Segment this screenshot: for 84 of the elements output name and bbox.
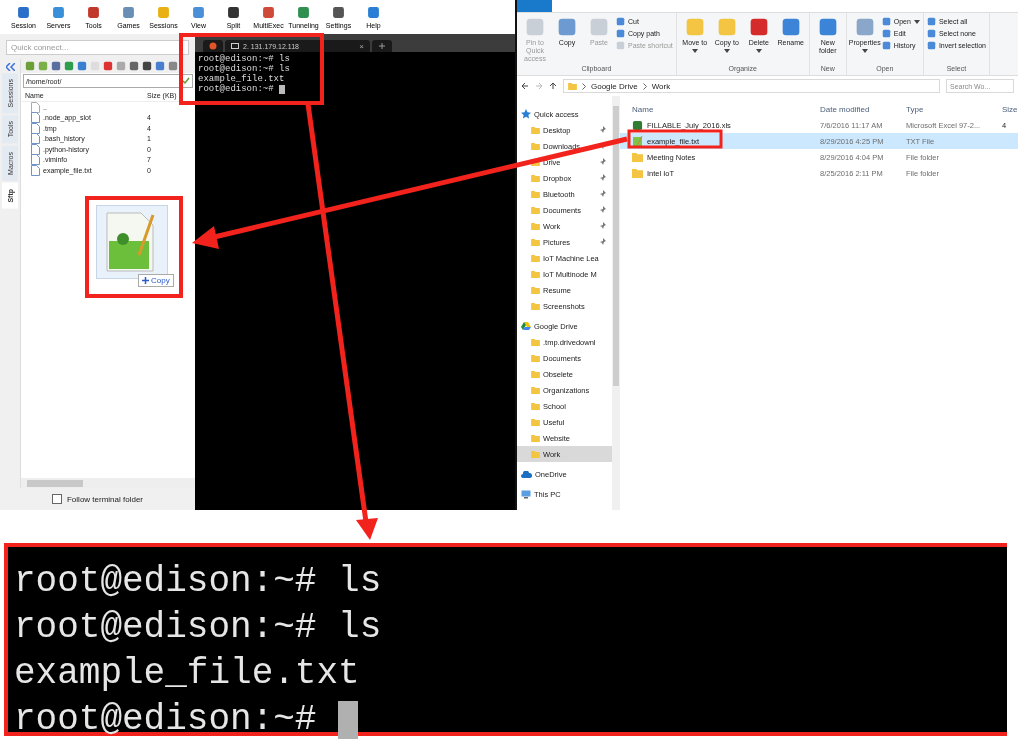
pin-icon[interactable] xyxy=(598,174,606,182)
column-header[interactable]: Name xyxy=(632,105,820,114)
ribbon-icon xyxy=(589,17,609,37)
breadcrumb[interactable]: Google Drive xyxy=(591,81,638,91)
home-icon xyxy=(209,42,217,50)
file-icon xyxy=(31,164,40,176)
toolbar-icon xyxy=(157,5,170,19)
terminal-line: root@edison:~# ls xyxy=(198,64,290,74)
plus-icon xyxy=(142,277,149,284)
notepad-icon xyxy=(632,135,643,147)
horizontal-scrollbar[interactable] xyxy=(21,478,195,488)
plus-icon xyxy=(378,42,386,50)
close-icon[interactable]: × xyxy=(359,41,364,51)
ribbon-icon xyxy=(817,17,838,37)
quick-connect-field[interactable]: Quick connect... xyxy=(6,40,189,55)
folder-icon xyxy=(632,168,643,178)
terminal-line: example_file.txt xyxy=(198,74,285,84)
ribbon-icon xyxy=(716,17,737,37)
toolbar-icon xyxy=(52,5,65,19)
toolbar-icon xyxy=(297,5,310,19)
cloud-icon xyxy=(521,470,532,478)
toolbar-icon xyxy=(17,5,30,19)
toolbar-icon xyxy=(367,5,380,19)
file-icon xyxy=(31,143,40,155)
pin-icon[interactable] xyxy=(598,206,606,214)
caret-icon xyxy=(755,49,762,53)
pin-icon[interactable] xyxy=(598,190,606,198)
ribbon-icon xyxy=(748,17,769,37)
toolbar-icon xyxy=(87,5,100,19)
checkbox-label: Follow terminal folder xyxy=(67,494,143,504)
caret-icon xyxy=(913,19,920,24)
ribbon-icon xyxy=(684,17,705,37)
terminal-line: example_file.txt xyxy=(14,652,360,696)
check-icon xyxy=(182,77,190,85)
star-icon xyxy=(521,109,531,119)
terminal-line: root@edison:~# xyxy=(198,84,274,94)
caret-icon xyxy=(723,49,730,53)
toolbar-icon xyxy=(122,5,135,19)
badge-label: Copy xyxy=(151,276,170,285)
column-header[interactable]: Type xyxy=(906,105,1002,114)
pin-icon[interactable] xyxy=(598,222,606,230)
back-arrow-icon[interactable] xyxy=(521,82,529,90)
monitor-icon xyxy=(231,42,239,50)
toolbar-icon xyxy=(227,5,240,19)
home-tab[interactable] xyxy=(203,40,223,52)
text-cursor xyxy=(338,701,359,739)
collapse-icon[interactable] xyxy=(5,63,15,71)
ribbon-icon xyxy=(525,17,545,37)
chevron-icon xyxy=(582,82,586,90)
file-icon xyxy=(31,112,40,124)
column-header[interactable]: Date modified xyxy=(820,105,906,114)
vertical-scrollbar[interactable] xyxy=(612,96,620,510)
ribbon-icon xyxy=(854,17,875,37)
ribbon-icon xyxy=(780,17,801,37)
breadcrumb[interactable]: Work xyxy=(651,81,671,91)
computer-icon xyxy=(521,489,531,499)
drive-icon xyxy=(521,321,531,331)
toolbar-icon xyxy=(332,5,345,19)
pin-icon[interactable] xyxy=(598,126,606,134)
toolbar-icon xyxy=(192,5,205,19)
terminal-line: root@edison:~# ls xyxy=(14,606,382,650)
pin-icon[interactable] xyxy=(598,238,606,246)
up-arrow-icon[interactable] xyxy=(549,82,557,90)
ribbon-icon xyxy=(557,17,577,37)
file-icon xyxy=(31,133,40,145)
file-icon xyxy=(31,122,40,134)
pin-icon[interactable] xyxy=(598,158,606,166)
folder-icon xyxy=(568,82,577,90)
file-icon xyxy=(31,101,40,113)
toolbar-icon xyxy=(262,5,275,19)
terminal-line: root@edison:~# ls xyxy=(198,54,290,64)
checkbox[interactable] xyxy=(52,494,62,504)
chevron-icon xyxy=(642,82,647,90)
file-icon xyxy=(31,154,40,166)
caret-icon xyxy=(691,49,698,53)
new-tab-button[interactable] xyxy=(372,40,392,52)
address-bar[interactable]: Google Drive Work xyxy=(563,79,940,93)
spreadsheet-icon xyxy=(632,119,643,131)
column-header[interactable]: Size xyxy=(1002,105,1018,114)
text-cursor xyxy=(278,84,285,94)
terminal-line: root@edison:~# ls xyxy=(14,560,382,604)
folder-icon xyxy=(632,152,643,162)
caret-icon xyxy=(861,49,868,53)
terminal-line: root@edison:~# xyxy=(14,698,317,742)
